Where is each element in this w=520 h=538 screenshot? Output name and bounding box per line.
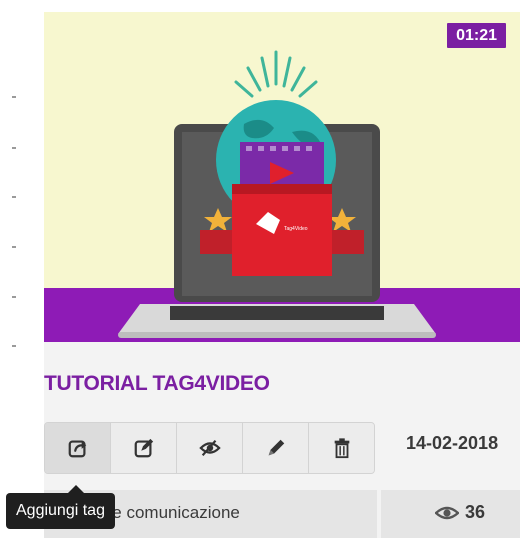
edge-tick bbox=[12, 96, 16, 98]
edge-tick bbox=[12, 246, 16, 248]
video-card: Tag4Video 01:21 TUTORIAL TAG4VIDEO 14-02… bbox=[44, 12, 520, 538]
view-count-value: 36 bbox=[465, 502, 486, 522]
video-date: 14-02-2018 bbox=[406, 433, 499, 453]
thumbnail-logo-text: Tag4Video bbox=[284, 226, 308, 232]
pencil-icon bbox=[268, 439, 284, 456]
edge-tick bbox=[12, 345, 16, 347]
view-count: 36 bbox=[435, 502, 485, 523]
edge-tick bbox=[12, 296, 16, 298]
video-action-toolbar bbox=[44, 422, 375, 474]
delete-video-button[interactable] bbox=[309, 423, 374, 473]
edit-details-button[interactable] bbox=[111, 423, 177, 473]
thumbnail-illustration: Tag4Video bbox=[118, 50, 436, 338]
tooltip: Aggiungi tag bbox=[6, 493, 115, 529]
hide-video-button[interactable] bbox=[177, 423, 243, 473]
video-thumbnail[interactable]: Tag4Video 01:21 bbox=[44, 12, 520, 342]
share-arrow-icon bbox=[68, 440, 86, 458]
edit-box-icon bbox=[134, 438, 153, 458]
tooltip-arrow bbox=[68, 485, 84, 493]
edit-video-button[interactable] bbox=[243, 423, 309, 473]
eye-icon bbox=[435, 506, 459, 519]
video-title[interactable]: TUTORIAL TAG4VIDEO bbox=[44, 372, 270, 396]
duration-badge: 01:21 bbox=[447, 23, 506, 48]
trash-icon bbox=[334, 438, 349, 459]
add-tag-button[interactable] bbox=[45, 423, 111, 473]
edge-tick bbox=[12, 196, 16, 198]
hide-eye-icon bbox=[198, 439, 221, 457]
edge-tick bbox=[12, 147, 16, 149]
views-box: 36 bbox=[381, 490, 520, 538]
